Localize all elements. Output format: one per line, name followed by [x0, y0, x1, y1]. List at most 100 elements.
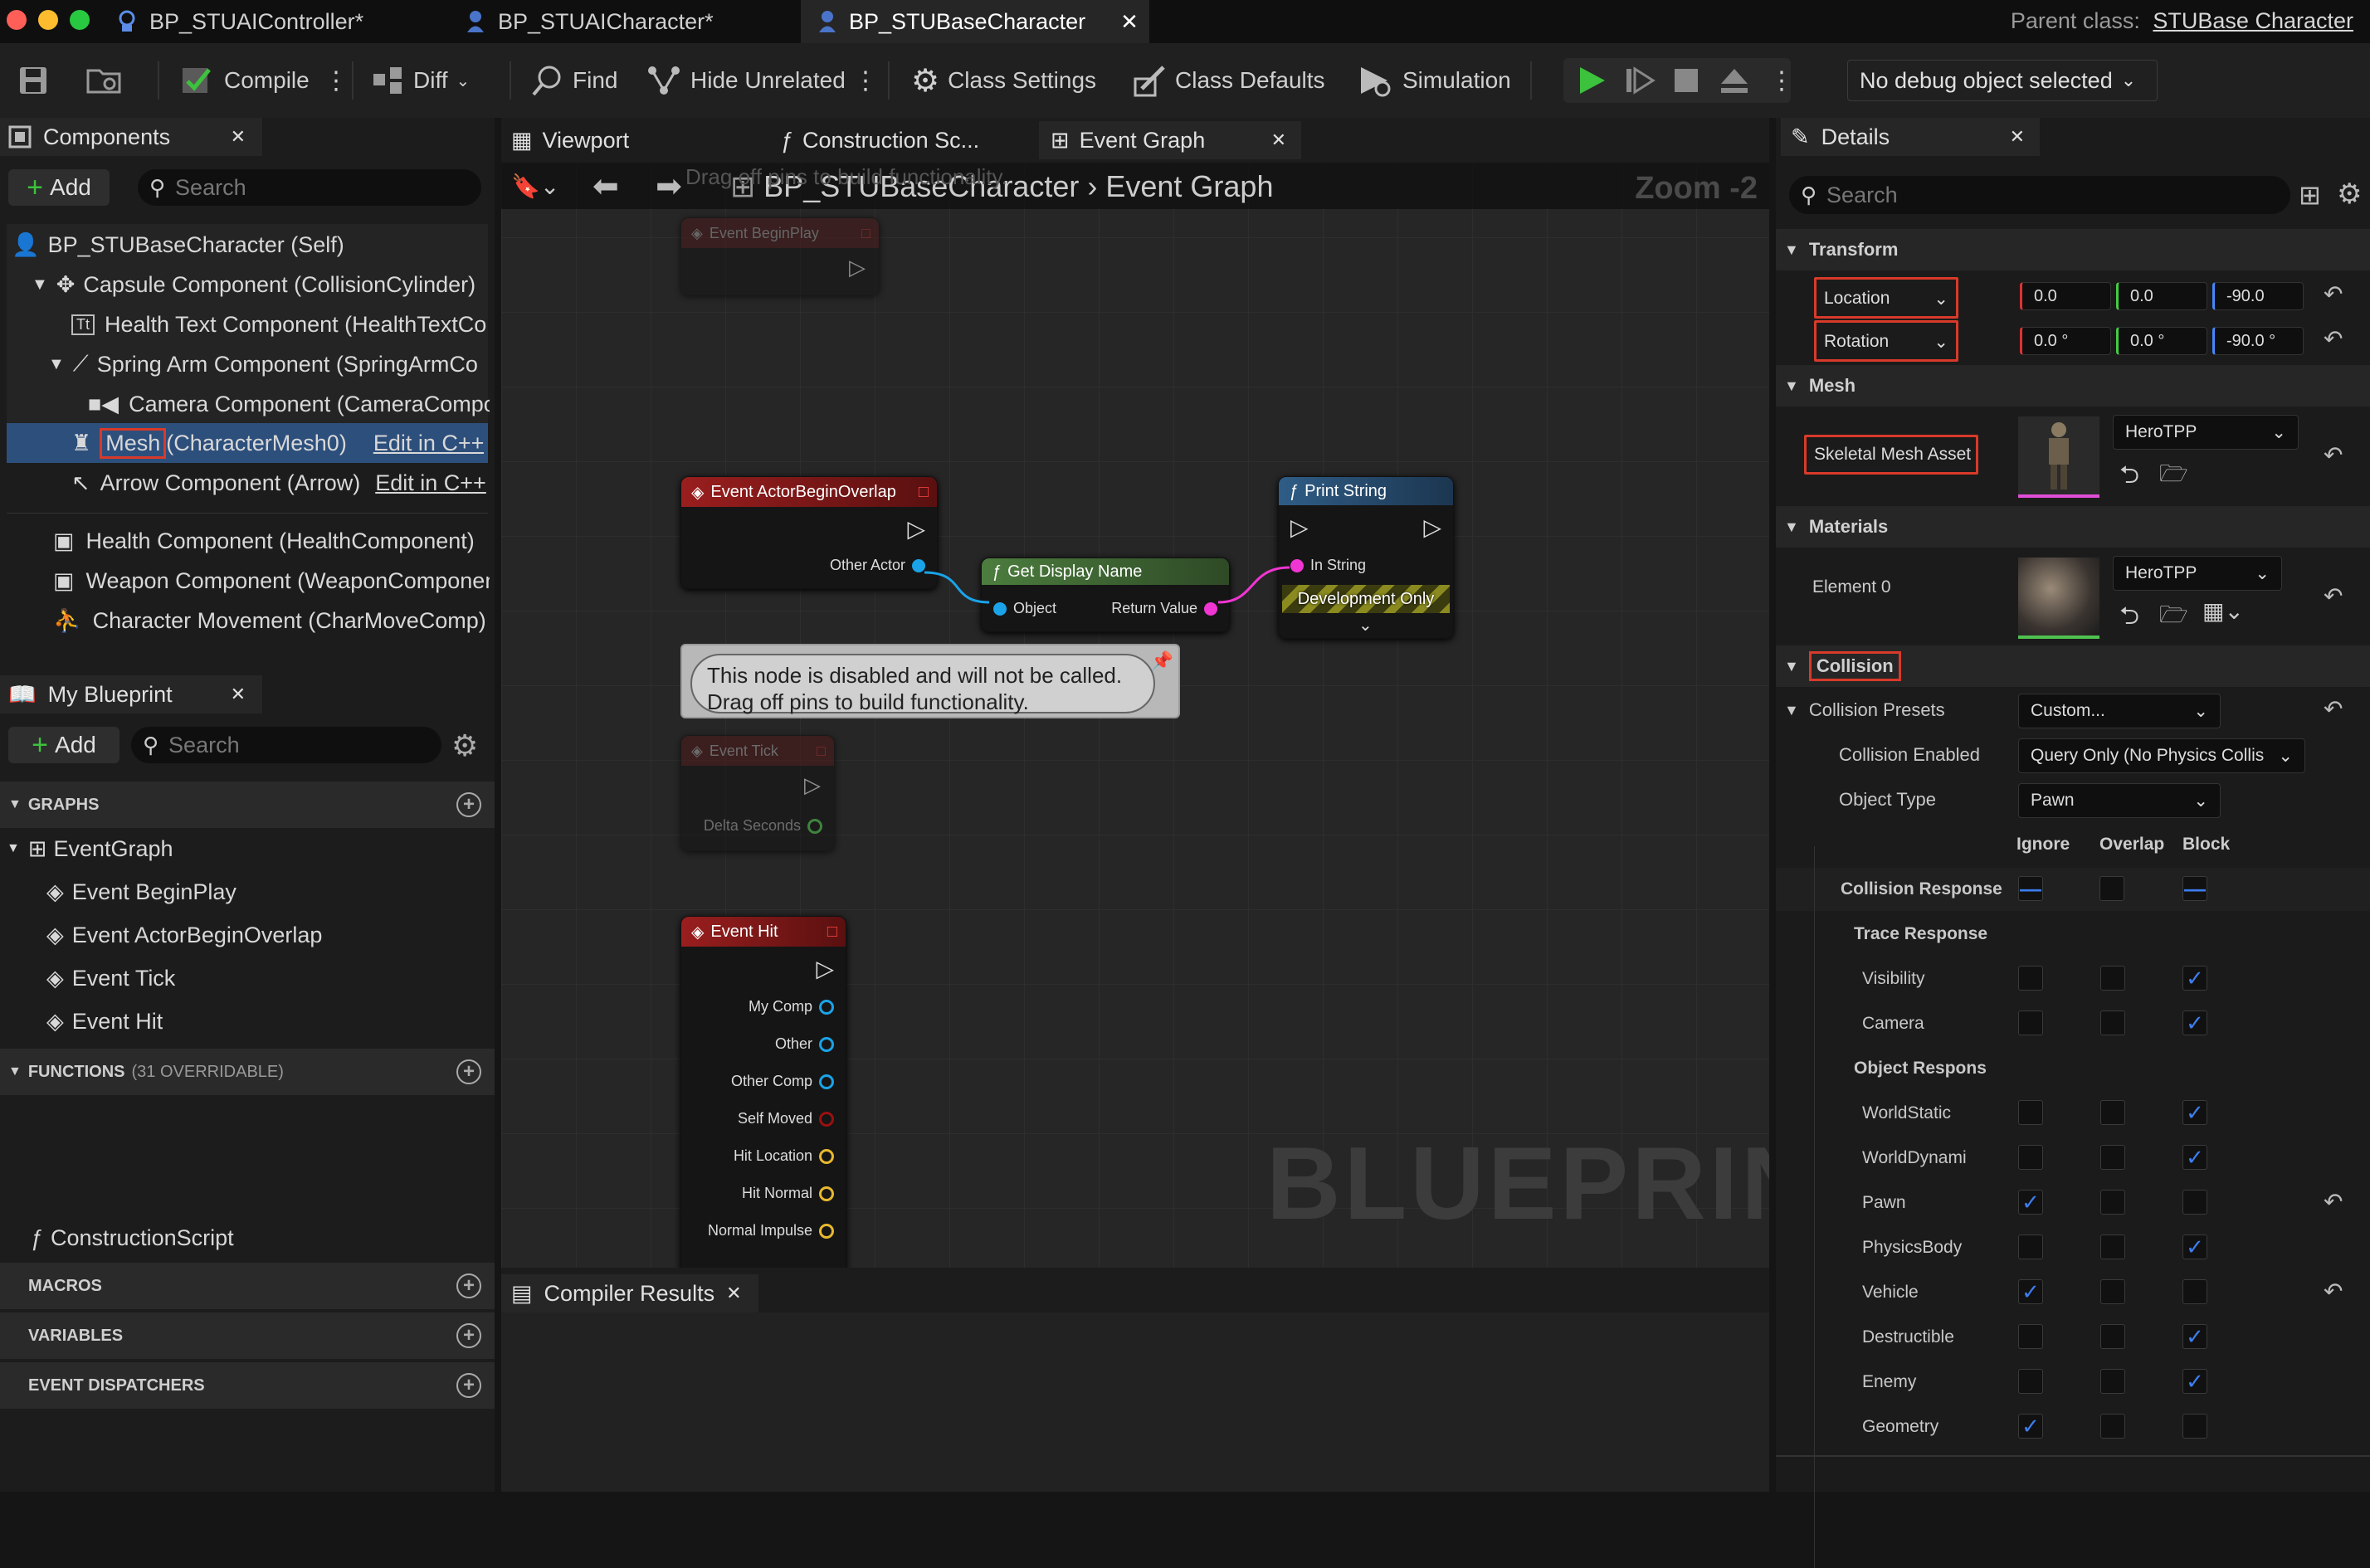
- component-self[interactable]: 👤 BP_STUBaseCharacter (Self): [12, 225, 344, 265]
- component-camera[interactable]: ■◀ Camera Component (CameraCompo: [88, 384, 490, 424]
- maximize-window-button[interactable]: [70, 10, 90, 30]
- add-variable-icon[interactable]: +: [456, 1323, 481, 1348]
- checkbox-block[interactable]: ✓: [2182, 1234, 2207, 1259]
- class-defaults-button[interactable]: Class Defaults: [1134, 61, 1325, 100]
- browse-button[interactable]: [86, 61, 123, 100]
- checkbox-block[interactable]: ✓: [2182, 1324, 2207, 1349]
- my-blueprint-tab[interactable]: 📖 My Blueprint ✕: [0, 675, 262, 713]
- node-event-hit[interactable]: ◈ Event Hit □ ▷ My Comp Other Other Comp S…: [680, 916, 846, 1268]
- tab-construction-script[interactable]: ƒ Construction Sc...: [780, 121, 1029, 159]
- reset-to-default-icon[interactable]: ↶: [2324, 582, 2343, 610]
- other-pin[interactable]: Other: [775, 1035, 834, 1053]
- checkbox-block[interactable]: ✓: [2182, 1145, 2207, 1170]
- self-moved-pin[interactable]: Self Moved: [738, 1110, 834, 1127]
- close-tab-icon[interactable]: ✕: [231, 126, 246, 148]
- component-health-text[interactable]: Tt Health Text Component (HealthTextCo: [71, 304, 490, 344]
- checkbox-overlap[interactable]: [2100, 1010, 2125, 1035]
- tab-bp-stuaicharacter[interactable]: BP_STUAICharacter*: [448, 0, 730, 43]
- event-item-beginplay[interactable]: ◈ Event BeginPlay: [46, 872, 237, 912]
- close-tab-icon[interactable]: ✕: [1120, 9, 1139, 35]
- edit-in-cpp-link[interactable]: Edit in C++: [373, 431, 485, 456]
- debug-object-dropdown[interactable]: No debug object selected ⌄: [1847, 60, 2158, 101]
- checkbox-block[interactable]: [2182, 1279, 2207, 1304]
- material-dropdown[interactable]: HeroTPP ⌄: [2113, 556, 2282, 591]
- checkbox-ignore[interactable]: [2018, 1234, 2043, 1259]
- my-comp-pin[interactable]: My Comp: [749, 998, 834, 1015]
- reset-to-default-icon[interactable]: ↶: [2324, 1188, 2343, 1215]
- reset-to-default-icon[interactable]: ↶: [2324, 280, 2343, 308]
- use-selected-icon[interactable]: ⮌: [2119, 456, 2139, 499]
- close-tab-icon[interactable]: ✕: [2010, 126, 2025, 148]
- settings-icon[interactable]: ⚙: [2337, 178, 2362, 211]
- checkbox-overlap[interactable]: [2100, 1324, 2125, 1349]
- components-tab[interactable]: Components ✕: [0, 118, 262, 156]
- add-macro-icon[interactable]: +: [456, 1273, 481, 1298]
- collision-response-overlap-all[interactable]: [2099, 876, 2124, 901]
- close-tab-icon[interactable]: ✕: [231, 684, 246, 705]
- hit-location-pin[interactable]: Hit Location: [734, 1147, 834, 1165]
- checkbox-ignore[interactable]: [2018, 966, 2043, 991]
- play-button[interactable]: [1575, 61, 1608, 100]
- hide-unrelated-button[interactable]: Hide Unrelated: [646, 61, 846, 100]
- component-weapon[interactable]: ▣ Weapon Component (WeaponComponen: [53, 561, 490, 601]
- use-selected-icon[interactable]: ⮌: [2119, 597, 2139, 640]
- minimize-window-button[interactable]: [38, 10, 58, 30]
- collision-response-block-all[interactable]: —: [2182, 876, 2207, 901]
- resume-button[interactable]: [1623, 61, 1656, 100]
- component-movement[interactable]: ⛹ Character Movement (CharMoveComp): [53, 601, 486, 640]
- event-graph-item[interactable]: ▼ ⊞ EventGraph: [7, 829, 173, 869]
- event-dispatchers-category[interactable]: EVENT DISPATCHERS +: [0, 1362, 495, 1409]
- checkbox-overlap[interactable]: [2100, 1234, 2125, 1259]
- close-tab-icon[interactable]: ✕: [1271, 129, 1286, 151]
- blueprint-search-input[interactable]: ⚲ Search: [131, 727, 441, 763]
- browse-asset-icon[interactable]: 🗁: [2159, 597, 2188, 637]
- compiler-results-tab[interactable]: ▤ Compiler Results ✕: [501, 1274, 758, 1312]
- rotation-dropdown[interactable]: Rotation ⌄: [1824, 329, 1948, 355]
- component-health[interactable]: ▣ Health Component (HealthComponent): [53, 521, 475, 561]
- mesh-section[interactable]: ▼ Mesh: [1776, 365, 2370, 407]
- pin-comment-icon[interactable]: 📌: [1151, 650, 1173, 672]
- checkbox-block[interactable]: ✓: [2182, 1100, 2207, 1125]
- tab-event-graph[interactable]: ⊞ Event Graph ✕: [1039, 121, 1301, 159]
- reset-to-default-icon[interactable]: ↶: [2324, 1278, 2343, 1305]
- event-item-tick[interactable]: ◈ Event Tick: [46, 958, 175, 998]
- edit-in-cpp-link[interactable]: Edit in C++: [375, 470, 486, 496]
- checkbox-ignore[interactable]: [2018, 1324, 2043, 1349]
- macros-category[interactable]: MACROS +: [0, 1263, 495, 1309]
- class-settings-button[interactable]: ⚙ Class Settings: [911, 61, 1096, 100]
- table-view-icon[interactable]: ⊞: [2299, 179, 2321, 211]
- checkbox-overlap[interactable]: [2100, 1414, 2125, 1439]
- node-event-tick[interactable]: ◈ Event Tick □ ▷ Delta Seconds: [680, 735, 835, 851]
- play-options-button[interactable]: ⋮: [1769, 61, 1794, 100]
- tab-bp-stuaicontroller[interactable]: BP_STUAIController*: [100, 0, 380, 43]
- rotation-y-input[interactable]: 0.0 °: [2116, 327, 2207, 355]
- exec-out-pin[interactable]: ▷: [804, 772, 821, 798]
- collision-section[interactable]: ▼ Collision: [1776, 645, 2370, 687]
- close-window-button[interactable]: [7, 10, 27, 30]
- checkbox-overlap[interactable]: [2100, 1279, 2125, 1304]
- eject-button[interactable]: [1718, 61, 1751, 100]
- checkbox-overlap[interactable]: [2100, 1145, 2125, 1170]
- compile-options-button[interactable]: ⋮: [324, 61, 349, 100]
- reset-to-default-icon[interactable]: ↶: [2324, 695, 2343, 723]
- exec-out-pin[interactable]: ▷: [816, 955, 834, 982]
- other-comp-pin[interactable]: Other Comp: [731, 1073, 834, 1090]
- simulation-button[interactable]: Simulation: [1358, 61, 1511, 100]
- collision-response-ignore-all[interactable]: —: [2018, 876, 2043, 901]
- diff-button[interactable]: Diff ⌄: [372, 61, 470, 100]
- variables-category[interactable]: VARIABLES +: [0, 1312, 495, 1359]
- browse-asset-icon[interactable]: 🗁: [2159, 456, 2188, 496]
- add-component-button[interactable]: + Add: [8, 169, 110, 206]
- parent-class-link[interactable]: STUBase Character: [2153, 8, 2353, 33]
- find-button[interactable]: Find: [531, 61, 617, 100]
- checkbox-block[interactable]: ✓: [2182, 1369, 2207, 1394]
- compile-button[interactable]: Compile: [179, 61, 310, 100]
- tab-viewport[interactable]: ▦ Viewport: [508, 121, 757, 159]
- details-tab[interactable]: ✎ Details ✕: [1781, 118, 2040, 156]
- gear-icon[interactable]: ⚙: [451, 728, 478, 763]
- object-type-dropdown[interactable]: Pawn ⌄: [2018, 783, 2221, 818]
- checkbox-ignore[interactable]: [2018, 1369, 2043, 1394]
- checkbox-block[interactable]: [2182, 1414, 2207, 1439]
- add-dispatcher-icon[interactable]: +: [456, 1373, 481, 1398]
- component-capsule[interactable]: ▼ ✥ Capsule Component (CollisionCylinder…: [32, 265, 475, 304]
